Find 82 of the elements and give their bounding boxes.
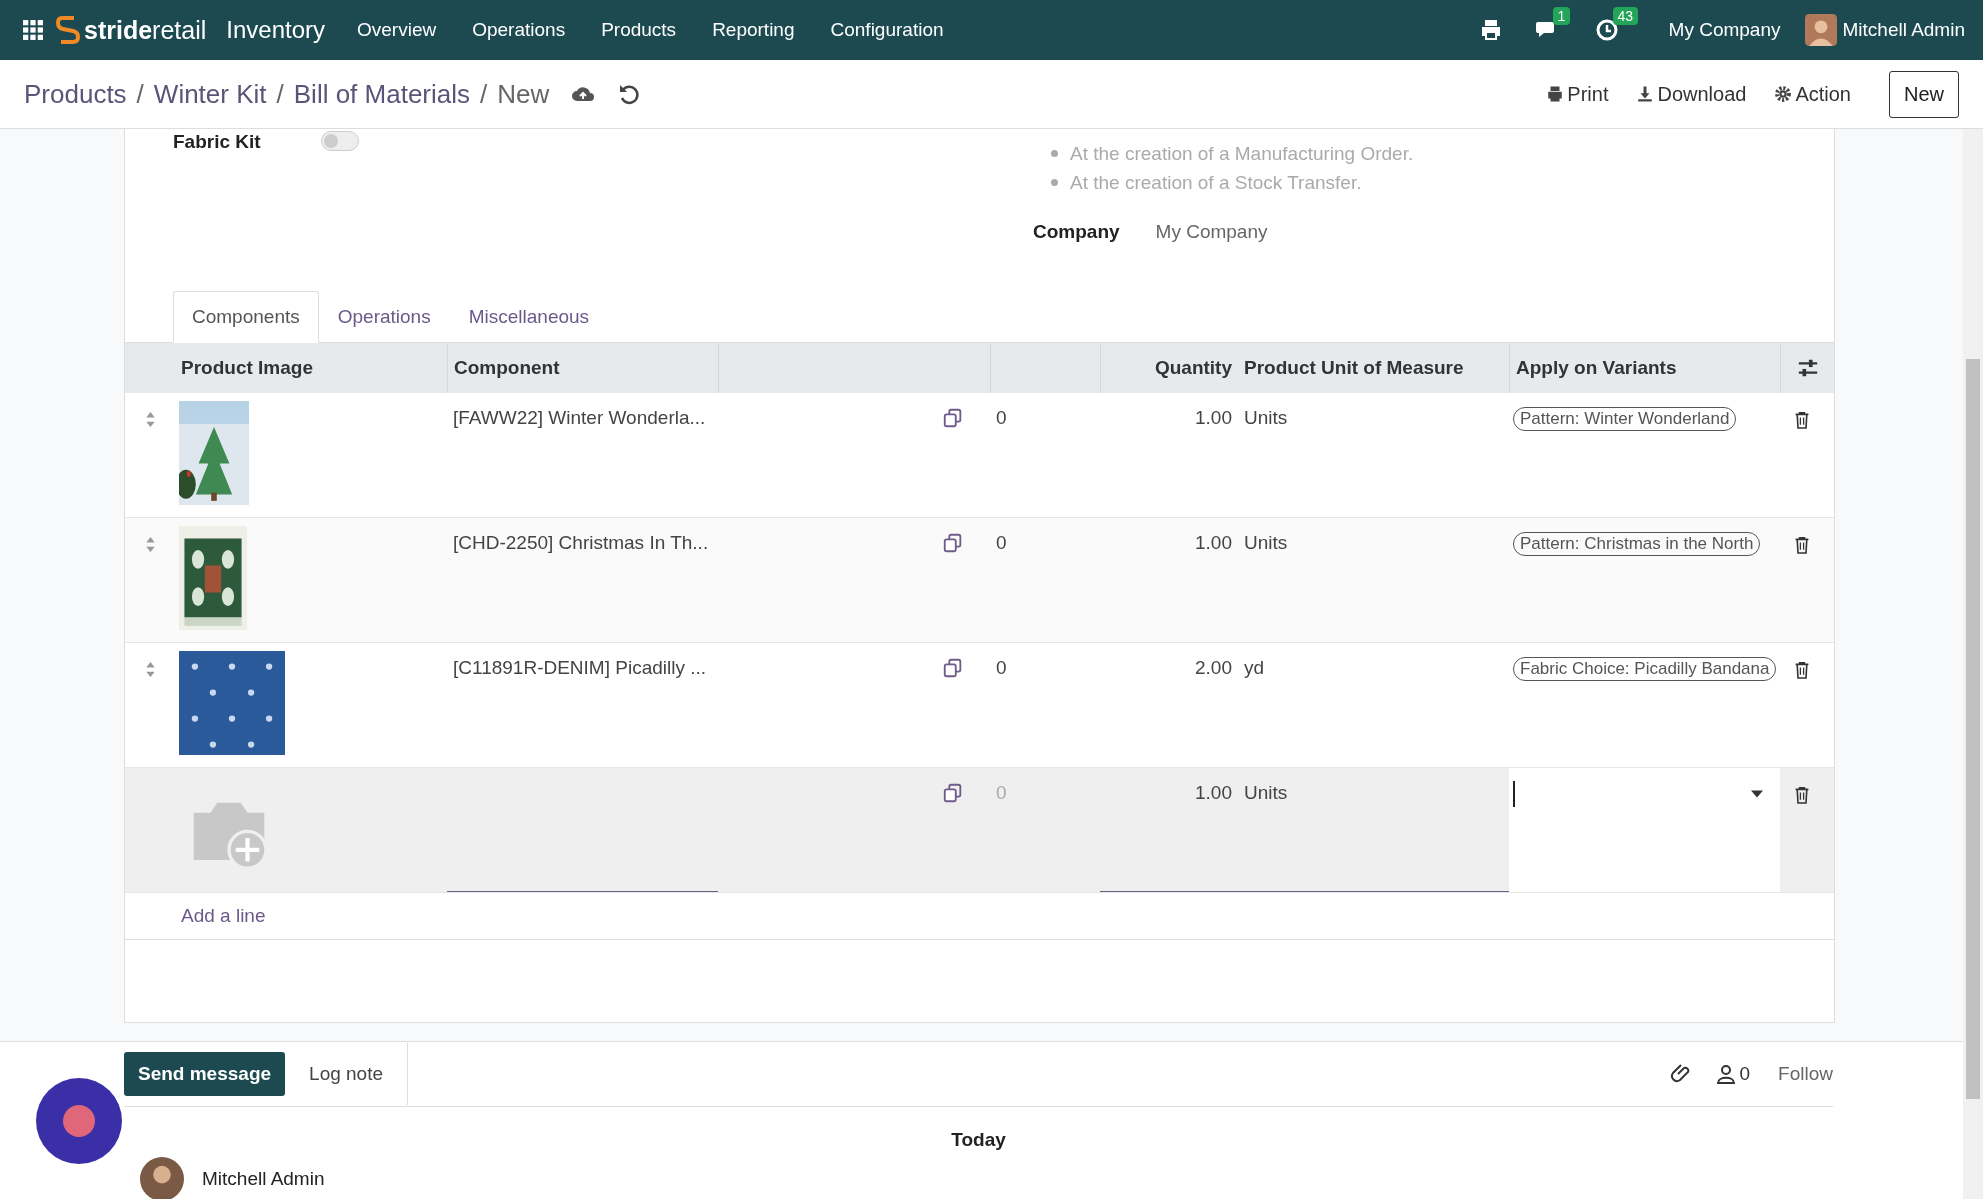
trash-icon[interactable] <box>1794 411 1810 429</box>
tab[interactable]: Components <box>173 291 319 343</box>
breadcrumb-link[interactable]: Winter Kit <box>153 78 267 110</box>
drag-handle-icon[interactable] <box>145 411 156 428</box>
trash-icon[interactable] <box>1794 536 1810 554</box>
record-button-icon[interactable] <box>36 1078 122 1164</box>
add-line-link[interactable]: Add a line <box>181 905 266 927</box>
action-link[interactable]: Print <box>1546 82 1609 106</box>
undo-icon[interactable] <box>617 82 642 106</box>
menu-item[interactable]: Reporting <box>694 19 813 41</box>
menu-item[interactable]: Configuration <box>812 19 962 41</box>
menu-item[interactable]: Products <box>583 19 695 41</box>
follower-count[interactable]: 0 <box>1739 1063 1751 1085</box>
message-count-badge: 1 <box>1552 7 1571 25</box>
copy-icon[interactable] <box>942 407 964 429</box>
forecast-cell-text: 0 <box>995 407 1007 429</box>
breadcrumb-separator: / <box>480 78 488 110</box>
unit-cell[interactable]: Units <box>1238 782 1288 804</box>
bullet-icon <box>1051 179 1058 186</box>
quantity-cell[interactable]: 1.00 <box>1189 407 1232 429</box>
menu-item[interactable]: Overview <box>339 19 455 41</box>
date-separator: Today <box>951 1129 1006 1151</box>
log-note-tab[interactable]: Log note <box>285 1043 409 1105</box>
breadcrumb-current: New <box>497 78 550 110</box>
copy-icon[interactable] <box>942 532 964 554</box>
new-button[interactable]: New <box>1889 70 1959 118</box>
clock-icon[interactable] <box>1594 18 1619 42</box>
unit-cell[interactable]: yd <box>1238 657 1265 679</box>
app-grid-icon[interactable] <box>22 19 44 41</box>
component-cell[interactable]: [FAWW22] Winter Wonderla... <box>447 407 706 429</box>
tab[interactable]: Operations <box>318 291 450 343</box>
action-link[interactable]: Action <box>1774 82 1851 106</box>
field-label: Company <box>1033 221 1120 243</box>
quantity-cell[interactable]: 1.00 <box>1189 532 1232 554</box>
avatar-icon <box>140 1157 184 1199</box>
trash-icon[interactable] <box>1794 661 1810 679</box>
column-header[interactable]: Product Unit of Measure <box>1238 343 1509 393</box>
field-label: Fabric Kit <box>173 131 261 153</box>
menu-item[interactable]: Operations <box>454 19 584 41</box>
component-cell[interactable]: [CHD-2250] Christmas In Th... <box>447 532 709 554</box>
company-switcher[interactable]: My Company <box>1650 19 1799 41</box>
copy-icon[interactable] <box>942 782 964 804</box>
action-link[interactable]: Download <box>1636 82 1747 106</box>
gear-icon <box>1774 85 1793 103</box>
drag-handle-icon[interactable] <box>145 536 156 553</box>
logo-icon <box>56 14 80 46</box>
forecast-cell-text: 0 <box>995 782 1007 804</box>
drag-handle-icon[interactable] <box>145 661 156 678</box>
send-message-button[interactable]: Send message <box>124 1052 286 1096</box>
brand-name[interactable]: strideretail <box>84 15 207 45</box>
help-note: At the creation of a Manufacturing Order. <box>1070 142 1414 166</box>
forecast-cell-text: 0 <box>995 532 1007 554</box>
follow-link[interactable]: Follow <box>1778 1063 1833 1085</box>
breadcrumb-separator: / <box>276 78 284 110</box>
breadcrumb-link[interactable]: Bill of Materials <box>293 78 471 110</box>
message-author: Mitchell Admin <box>202 1168 325 1190</box>
app-name[interactable]: Inventory <box>226 16 325 44</box>
copy-icon[interactable] <box>942 657 964 679</box>
print-icon <box>1546 85 1565 103</box>
variant-input-field[interactable] <box>1513 780 1763 808</box>
forecast-cell-text: 0 <box>995 657 1007 679</box>
unit-cell[interactable]: Units <box>1238 407 1288 429</box>
download-icon <box>1636 85 1655 103</box>
avatar-icon[interactable] <box>1804 14 1837 46</box>
breadcrumb-separator: / <box>136 78 144 110</box>
quantity-cell[interactable]: 1.00 <box>1189 782 1232 804</box>
column-header[interactable]: Product Image <box>175 343 447 393</box>
quantity-cell[interactable]: 2.00 <box>1189 657 1232 679</box>
trash-icon[interactable] <box>1794 786 1810 804</box>
component-cell[interactable]: [C11891R-DENIM] Picadilly ... <box>447 657 707 679</box>
toggle-switch[interactable] <box>320 131 359 151</box>
bullet-icon <box>1051 150 1058 157</box>
scrollbar[interactable] <box>1963 129 1983 1199</box>
unit-cell[interactable]: Units <box>1238 532 1288 554</box>
breadcrumb-link[interactable]: Products <box>24 78 127 110</box>
activity-count-badge: 43 <box>1612 7 1639 25</box>
user-menu[interactable]: Mitchell Admin <box>1836 19 1973 41</box>
company-field[interactable]: My Company <box>1155 221 1268 243</box>
column-settings-icon[interactable] <box>1796 357 1819 379</box>
help-note: At the creation of a Stock Transfer. <box>1070 171 1362 195</box>
tab[interactable]: Miscellaneous <box>449 291 609 343</box>
dropdown-caret-icon <box>1751 790 1763 798</box>
